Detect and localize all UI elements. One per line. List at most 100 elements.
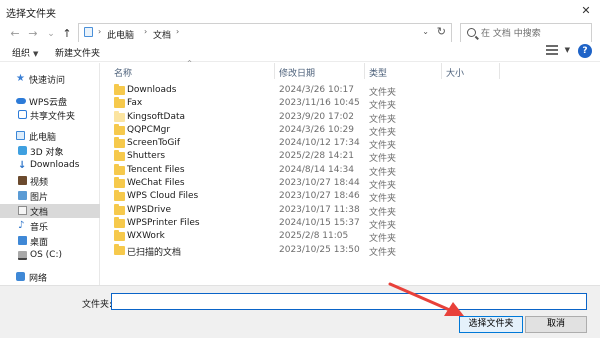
column-divider[interactable] xyxy=(499,63,500,79)
sidebar-item-label: 此电脑 xyxy=(29,133,57,143)
address-dropdown-icon[interactable]: ⌄ xyxy=(422,27,429,36)
list-item[interactable]: WeChat Files 2023/10/27 18:44 文件夹 xyxy=(101,177,600,191)
column-divider[interactable] xyxy=(274,63,275,79)
column-header-type[interactable]: 类型 xyxy=(369,66,387,79)
file-name: WeChat Files xyxy=(127,178,185,189)
list-item[interactable]: ScreenToGif 2024/10/12 17:34 文件夹 xyxy=(101,137,600,151)
sidebar-item-this-pc[interactable]: 此电脑 xyxy=(0,129,100,143)
refresh-icon[interactable]: ↻ xyxy=(437,25,446,38)
folder-icon xyxy=(114,97,125,109)
search-input[interactable] xyxy=(481,27,586,40)
select-folder-button[interactable]: 选择文件夹 xyxy=(459,316,523,333)
dialog-footer: 文件夹: 选择文件夹 取消 xyxy=(0,285,600,338)
file-name: WPSDrive xyxy=(127,204,172,215)
sidebar-item-network[interactable]: 网络 xyxy=(0,270,100,284)
file-type: 文件夹 xyxy=(369,154,397,165)
toolbar: 组织 ▼ 新建文件夹 ▼ ? xyxy=(0,42,600,62)
column-divider[interactable] xyxy=(364,63,365,79)
breadcrumb-separator[interactable]: › xyxy=(144,27,147,36)
file-name: Fax xyxy=(127,98,143,109)
file-date: 2023/10/25 13:50 xyxy=(279,244,360,255)
close-button[interactable]: ✕ xyxy=(576,2,596,20)
recent-locations-button[interactable]: ⌄ xyxy=(44,27,58,41)
cancel-button[interactable]: 取消 xyxy=(525,316,587,333)
breadcrumb-separator[interactable]: › xyxy=(98,27,101,36)
folder-icon xyxy=(114,190,125,202)
navigation-pane: ★ 快速访问 WPS云盘 共享文件夹 此电脑 3D 对象 ↓ Downloads… xyxy=(0,63,100,285)
file-type: 文件夹 xyxy=(369,167,397,178)
column-header-date[interactable]: 修改日期 xyxy=(279,66,315,79)
list-item[interactable]: WPS Cloud Files 2023/10/27 18:46 文件夹 xyxy=(101,190,600,205)
file-date: 2024/3/26 10:29 xyxy=(279,124,354,135)
column-divider[interactable] xyxy=(441,63,442,79)
search-box[interactable] xyxy=(460,23,592,43)
sidebar-item-pictures[interactable]: 图片 xyxy=(0,189,100,203)
breadcrumb-documents[interactable]: 文档 xyxy=(153,28,171,41)
file-type: 文件夹 xyxy=(369,194,397,205)
sidebar-item-videos[interactable]: 视频 xyxy=(0,174,100,188)
column-header-name[interactable]: 名称 xyxy=(114,66,132,79)
file-name: Shutters xyxy=(127,151,166,162)
file-date: 2025/2/8 11:05 xyxy=(279,231,349,242)
folder-label: 文件夹: xyxy=(82,300,113,310)
folder-icon xyxy=(114,110,125,122)
column-header-size[interactable]: 大小 xyxy=(446,66,464,79)
list-item[interactable]: WXWork 2025/2/8 11:05 文件夹 xyxy=(101,230,600,245)
folder-icon xyxy=(114,84,125,95)
list-item[interactable]: WPSDrive 2023/10/17 11:38 文件夹 xyxy=(101,203,600,218)
view-options-icon[interactable] xyxy=(546,45,558,56)
back-button[interactable]: ← xyxy=(8,27,22,41)
sidebar-item-shared-folder[interactable]: 共享文件夹 xyxy=(0,108,100,122)
address-bar[interactable]: › 此电脑 › 文档 › ⌄ ↻ xyxy=(78,23,452,43)
sidebar-item-label: 桌面 xyxy=(30,238,49,248)
list-item[interactable]: 已扫描的文档 2023/10/25 13:50 文件夹 xyxy=(101,243,600,258)
new-folder-button[interactable]: 新建文件夹 xyxy=(55,46,100,59)
sidebar-item-wps-cloud[interactable]: WPS云盘 xyxy=(0,94,100,108)
help-icon[interactable]: ? xyxy=(578,44,592,58)
list-item[interactable]: WPSPrinter Files 2024/10/15 15:37 文件夹 xyxy=(101,216,600,231)
list-item[interactable]: QQPCMgr 2024/3/26 10:29 文件夹 xyxy=(101,123,600,138)
sidebar-item-3d-objects[interactable]: 3D 对象 xyxy=(0,144,100,158)
chevron-down-icon[interactable]: ▼ xyxy=(565,46,570,54)
folder-icon xyxy=(114,137,125,149)
breadcrumb-this-pc[interactable]: 此电脑 xyxy=(107,28,134,41)
breadcrumb-separator[interactable]: › xyxy=(176,27,179,36)
organize-button[interactable]: 组织 ▼ xyxy=(12,46,38,59)
sidebar-item-quick-access[interactable]: ★ 快速访问 xyxy=(0,72,100,87)
file-rows: Downloads 2024/3/26 10:17 文件夹 Fax 2023/11/1… xyxy=(101,84,600,258)
file-name: WPS Cloud Files xyxy=(127,191,199,202)
file-date: 2024/3/26 10:17 xyxy=(279,85,354,95)
file-type: 文件夹 xyxy=(369,207,397,218)
pc-icon xyxy=(84,27,93,37)
file-type: 文件夹 xyxy=(369,234,397,245)
folder-input[interactable] xyxy=(111,293,587,310)
sidebar-item-label: OS (C:) xyxy=(30,250,62,260)
list-item[interactable]: Downloads 2024/3/26 10:17 文件夹 xyxy=(101,84,600,98)
list-item[interactable]: KingsoftData 2023/9/20 17:02 文件夹 xyxy=(101,110,600,125)
network-icon xyxy=(16,272,25,281)
sidebar-item-documents[interactable]: 文档 xyxy=(0,204,100,218)
up-button[interactable]: ↑ xyxy=(60,27,74,41)
star-icon: ★ xyxy=(16,73,25,84)
download-icon: ↓ xyxy=(18,160,27,171)
sidebar-item-downloads[interactable]: ↓ Downloads xyxy=(0,159,100,173)
file-date: 2023/10/27 18:46 xyxy=(279,191,360,202)
sidebar-item-music[interactable]: ♪ 音乐 xyxy=(0,219,100,234)
sort-ascending-icon: ^ xyxy=(187,60,193,67)
list-item[interactable]: Tencent Files 2024/8/14 14:34 文件夹 xyxy=(101,163,600,178)
sidebar-item-desktop[interactable]: 桌面 xyxy=(0,234,100,248)
forward-button[interactable]: → xyxy=(26,27,40,41)
sidebar-item-os-c[interactable]: OS (C:) xyxy=(0,249,100,263)
list-item[interactable]: Fax 2023/11/16 10:45 文件夹 xyxy=(101,97,600,111)
pc-icon xyxy=(16,131,25,140)
music-icon: ♪ xyxy=(18,220,25,231)
file-type: 文件夹 xyxy=(369,114,397,125)
file-date: 2025/2/28 14:21 xyxy=(279,151,354,162)
file-name: ScreenToGif xyxy=(127,138,181,149)
list-item[interactable]: Shutters 2025/2/28 14:21 文件夹 xyxy=(101,150,600,165)
file-name: QQPCMgr xyxy=(127,124,171,135)
file-type: 文件夹 xyxy=(369,220,397,231)
picture-icon xyxy=(18,191,27,200)
file-type: 文件夹 xyxy=(369,247,397,258)
folder-icon xyxy=(114,243,125,255)
